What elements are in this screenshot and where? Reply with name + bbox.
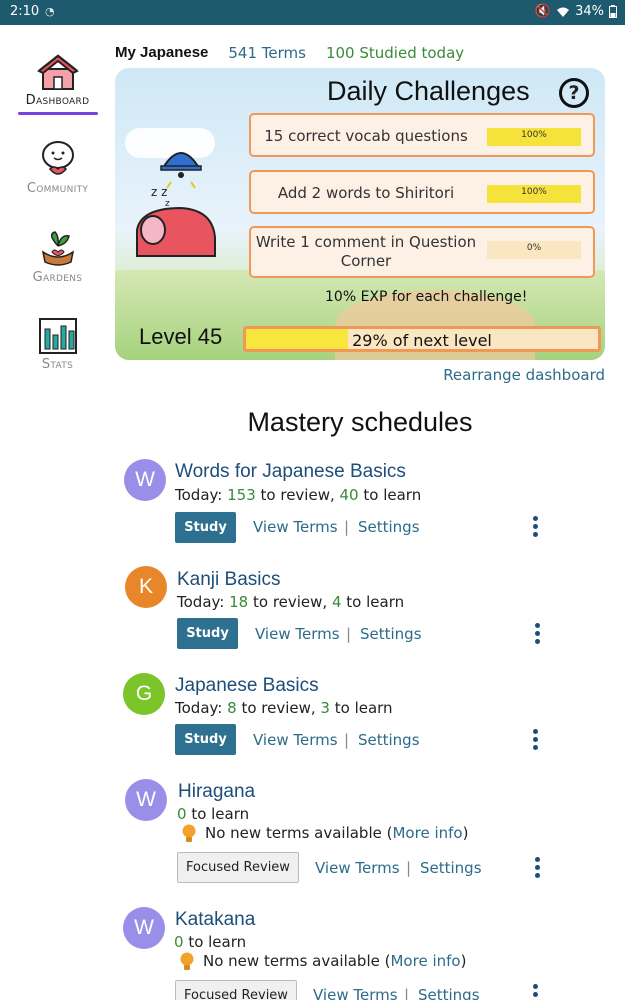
challenges-title: Daily Challenges (327, 76, 530, 106)
challenge-item: 15 correct vocab questions 100% (249, 113, 595, 157)
challenge-text: Write 1 comment in Question Corner (255, 233, 477, 270)
separator: | (344, 518, 350, 536)
separator: | (346, 625, 352, 643)
wifi-icon (557, 7, 570, 17)
view-terms-link[interactable]: View Terms (253, 731, 338, 749)
level-progress-bar: 29% of next level (243, 326, 601, 352)
view-terms-link[interactable]: View Terms (255, 625, 340, 643)
sidebar-item-stats[interactable]: Stats (0, 317, 115, 372)
more-options-icon[interactable] (533, 623, 541, 645)
schedule-title[interactable]: Words for Japanese Basics (175, 461, 406, 483)
level-progress-text: 29% of next level (352, 331, 492, 350)
course-name[interactable]: My Japanese (115, 44, 208, 62)
svg-text:z: z (165, 199, 170, 209)
schedule-summary: Today: 153 to review, 40 to learn (175, 486, 422, 504)
sidebar-item-community[interactable]: Community (0, 139, 115, 196)
schedule-title[interactable]: Katakana (175, 909, 255, 931)
challenge-item: Write 1 comment in Question Corner 0% (249, 226, 595, 278)
level-label: Level 45 (139, 324, 223, 349)
settings-link[interactable]: Settings (358, 518, 420, 536)
settings-link[interactable]: Settings (420, 859, 482, 877)
more-options-icon[interactable] (533, 857, 541, 879)
svg-text:z z: z z (151, 185, 167, 199)
challenge-item: Add 2 words to Shiritori 100% (249, 170, 595, 214)
focused-review-button[interactable]: Focused Review (177, 852, 299, 883)
separator: | (406, 859, 412, 877)
separator: | (344, 731, 350, 749)
lightbulb-icon (182, 824, 196, 842)
course-summary: My Japanese 541 Terms 100 Studied today (115, 44, 464, 62)
speech-bubble-icon (41, 141, 74, 175)
bar-chart-icon (38, 318, 77, 354)
study-button[interactable]: Study (175, 512, 236, 543)
wifi-small-icon: ◔ (45, 5, 55, 18)
avatar: G (123, 673, 165, 715)
avatar: W (125, 779, 167, 821)
challenge-progress-text: 100% (521, 187, 547, 197)
challenge-progress-text: 0% (526, 243, 542, 253)
avatar: W (123, 907, 165, 949)
studied-today: 100 Studied today (325, 44, 465, 62)
challenge-text: Add 2 words to Shiritori (277, 184, 455, 202)
sidebar-item-label: Dashboard (25, 93, 90, 108)
sprout-heart-icon (41, 231, 74, 266)
status-time: 2:10 (10, 4, 40, 19)
study-button[interactable]: Study (175, 724, 236, 755)
more-info-link[interactable]: More info (390, 952, 460, 970)
active-indicator (17, 112, 98, 115)
settings-link[interactable]: Settings (418, 986, 480, 1000)
sidebar-item-label: Gardens (32, 270, 83, 285)
challenge-progress-bar: 100% (487, 185, 581, 203)
rearrange-dashboard-link[interactable]: Rearrange dashboard (443, 366, 605, 384)
terms-count[interactable]: 541 Terms (228, 44, 306, 62)
battery-icon (609, 5, 617, 18)
sidebar-item-label: Community (26, 181, 89, 196)
exp-note: 10% EXP for each challenge! (325, 289, 528, 305)
battery-percent: 34% (575, 4, 604, 19)
schedule-summary: 0 to learn (177, 805, 250, 823)
status-bar: 2:10 ◔ 🔇 34% (0, 0, 625, 25)
sidebar: Dashboard Community Gardens Stats (0, 25, 110, 1000)
schedule-summary: Today: 8 to review, 3 to learn (175, 699, 393, 717)
settings-link[interactable]: Settings (360, 625, 422, 643)
no-new-terms-note: No new terms available (More info) (203, 952, 467, 970)
sleeping-character-icon: z z z (136, 152, 216, 257)
help-button[interactable]: ? (559, 78, 589, 108)
challenge-progress-text: 100% (521, 130, 547, 140)
study-button[interactable]: Study (177, 618, 238, 649)
section-title: Mastery schedules (247, 407, 473, 437)
settings-link[interactable]: Settings (358, 731, 420, 749)
daily-challenges-card: z z z Daily Challenges ? 15 correct voca… (115, 68, 605, 360)
sidebar-item-label: Stats (41, 357, 74, 372)
more-info-link[interactable]: More info (392, 824, 462, 842)
more-options-icon[interactable] (531, 516, 539, 538)
no-new-terms-note: No new terms available (More info) (205, 824, 469, 842)
view-terms-link[interactable]: View Terms (313, 986, 398, 1000)
lightbulb-icon (180, 952, 194, 970)
challenge-progress-bar: 0% (487, 241, 581, 259)
schedule-title[interactable]: Kanji Basics (177, 569, 281, 591)
avatar: K (125, 566, 167, 608)
more-options-icon[interactable] (531, 984, 539, 1000)
sidebar-item-dashboard[interactable]: Dashboard (0, 53, 115, 115)
focused-review-button[interactable]: Focused Review (175, 980, 297, 1000)
schedule-summary: 0 to learn (174, 933, 247, 951)
schedule-title[interactable]: Japanese Basics (175, 675, 319, 697)
sidebar-item-gardens[interactable]: Gardens (0, 226, 115, 285)
schedule-summary: Today: 18 to review, 4 to learn (177, 593, 405, 611)
avatar: W (124, 459, 166, 501)
view-terms-link[interactable]: View Terms (315, 859, 400, 877)
challenge-progress-bar: 100% (487, 128, 581, 146)
schedule-title[interactable]: Hiragana (178, 781, 255, 803)
house-icon (36, 54, 79, 90)
view-terms-link[interactable]: View Terms (253, 518, 338, 536)
separator: | (404, 986, 410, 1000)
more-options-icon[interactable] (531, 729, 539, 751)
challenge-text: 15 correct vocab questions (264, 127, 468, 145)
mute-icon: 🔇 (534, 4, 552, 19)
